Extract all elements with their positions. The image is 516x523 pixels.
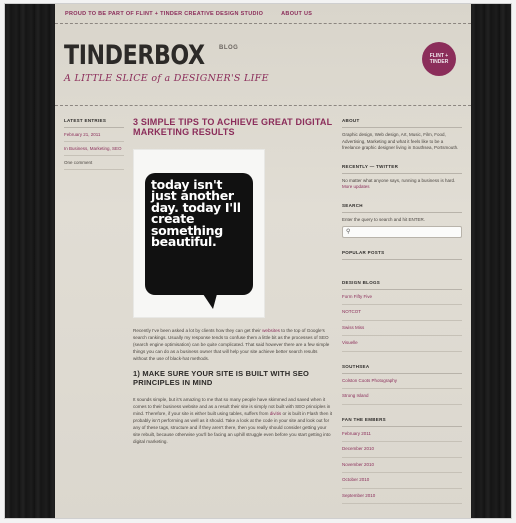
blog-page: PROUD TO BE PART OF FLINT + TINDER CREAT… — [55, 4, 471, 518]
archive-month-link[interactable]: December 2010 — [342, 442, 462, 458]
flint-tinder-badge[interactable]: FLINT + TINDER — [422, 42, 456, 76]
post-date-link[interactable]: February 21, 2011 — [64, 128, 124, 142]
search-hint: Enter the query to search and hit ENTER. — [342, 216, 426, 222]
post-title[interactable]: 3 SIMPLE TIPS TO ACHIEVE GREAT DIGITAL M… — [133, 117, 333, 137]
paragraph-1-text-start: Recently I've been asked a lot by client… — [133, 328, 263, 333]
twitter-heading: RECENTLY — TWITTER — [342, 152, 462, 174]
nav-link-about-us[interactable]: ABOUT US — [281, 11, 312, 17]
southsea-links-list: Colston Coots Photography Strong Island — [342, 374, 462, 405]
sidebar: ABOUT Graphic design, Web design, Art, M… — [342, 106, 462, 504]
southsea-link[interactable]: Strong Island — [342, 389, 462, 405]
popular-posts-empty — [342, 260, 462, 268]
post-paragraph-1: Recently I've been asked a lot by client… — [133, 327, 333, 362]
entry-meta-column: LATEST ENTRIES February 21, 2011 In Busi… — [64, 106, 124, 170]
design-blog-link[interactable]: Form Fifty Five — [342, 290, 462, 305]
southsea-link[interactable]: Colston Coots Photography — [342, 374, 462, 389]
latest-entries-heading: LATEST ENTRIES — [64, 106, 124, 128]
site-header: TINDERBOX BLOG A LITTLE SLICE of a DESIG… — [55, 24, 471, 106]
post-paragraph-2: It sounds simple, but it's amazing to me… — [133, 396, 333, 445]
divitis-link[interactable]: divitis — [270, 411, 282, 416]
top-navigation: PROUD TO BE PART OF FLINT + TINDER CREAT… — [55, 4, 471, 24]
archive-month-link[interactable]: November 2010 — [342, 458, 462, 473]
archive-heading: FAN THE EMBERS — [342, 405, 462, 427]
search-input[interactable]: ⚲ — [342, 225, 462, 238]
websites-link[interactable]: websites — [262, 328, 280, 333]
site-logo[interactable]: TINDERBOX — [64, 40, 205, 71]
logo-blog-label: BLOG — [219, 45, 239, 51]
speech-bubble-graphic: today isn't just another day. today I'll… — [145, 172, 253, 309]
design-blog-link[interactable]: NOTCOT — [342, 305, 462, 321]
search-heading: SEARCH — [342, 191, 462, 213]
design-blog-link[interactable]: Visuelle — [342, 336, 462, 352]
search-icon: ⚲ — [346, 229, 351, 235]
archive-month-link[interactable]: September 2010 — [342, 489, 462, 504]
about-text: Graphic design, Web design, Art, Music, … — [342, 132, 459, 150]
post-image: today isn't just another day. today I'll… — [133, 149, 265, 318]
post-comments-link[interactable]: One comment — [64, 156, 124, 170]
archive-month-link[interactable]: February 2011 — [342, 427, 462, 442]
archive-list: February 2011 December 2010 November 201… — [342, 427, 462, 504]
screenshot-frame: PROUD TO BE PART OF FLINT + TINDER CREAT… — [4, 3, 512, 519]
latest-tweet: No matter what anyone says, running a bu… — [342, 177, 456, 183]
post-category-link[interactable]: In Business, Marketing, SEO — [64, 142, 124, 156]
popular-posts-heading: POPULAR POSTS — [342, 238, 462, 260]
nav-link-flint-tinder[interactable]: PROUD TO BE PART OF FLINT + TINDER CREAT… — [65, 11, 263, 17]
design-blogs-heading: DESIGN BLOGS — [342, 268, 462, 290]
design-blog-link[interactable]: Swiss Miss — [342, 321, 462, 336]
post-column: 3 SIMPLE TIPS TO ACHIEVE GREAT DIGITAL M… — [133, 106, 333, 445]
post-subheading-1: 1) MAKE SURE YOUR SITE IS BUILT WITH SEO… — [133, 369, 310, 387]
site-tagline: A LITTLE SLICE of a DESIGNER'S LIFE — [64, 73, 269, 84]
southsea-heading: SOUTHSEA — [342, 352, 462, 374]
archive-month-link[interactable]: October 2010 — [342, 473, 462, 489]
about-heading: ABOUT — [342, 106, 462, 128]
design-blogs-list: Form Fifty Five NOTCOT Swiss Miss Visuel… — [342, 290, 462, 352]
